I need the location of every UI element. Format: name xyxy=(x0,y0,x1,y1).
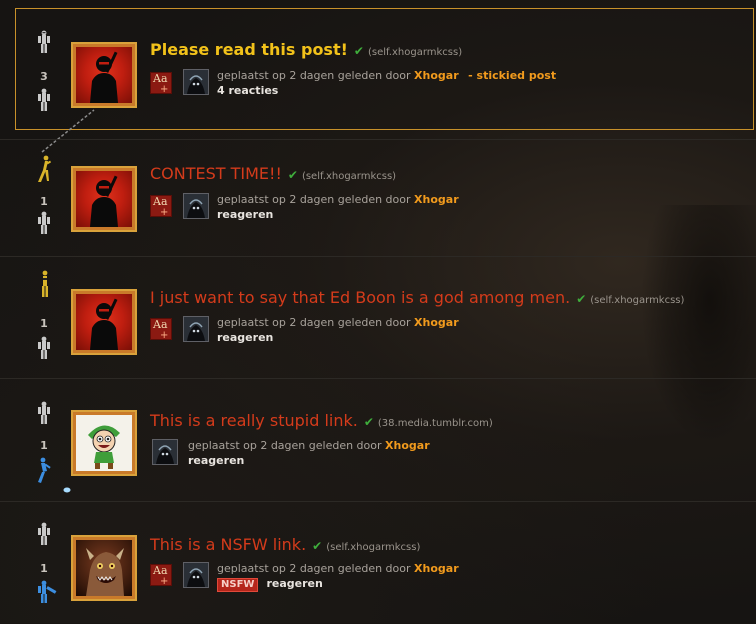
post-title-line: CONTEST TIME!! ✔ (self.xhogarmkcss) xyxy=(150,164,396,183)
downvote-arrow[interactable] xyxy=(37,336,51,360)
comments-link[interactable]: reageren xyxy=(217,208,273,221)
post-title-line: This is a NSFW link. ✔ (self.xhogarmkcss) xyxy=(150,535,420,554)
post-meta: geplaatst op 2 dagen geleden door Xhogar xyxy=(217,562,459,575)
monster-icon xyxy=(86,548,124,596)
nsfw-badge: NSFW xyxy=(217,578,259,592)
post-title-line: Please read this post! ✔ (self.xhogarmkcss… xyxy=(150,40,462,59)
post-score: 3 xyxy=(40,70,48,83)
post-meta: geplaatst op 2 dagen geleden door Xhogar… xyxy=(217,69,557,82)
ninja-icon xyxy=(90,175,118,227)
author-avatar[interactable] xyxy=(183,193,209,219)
post-title[interactable]: This is a NSFW link. xyxy=(150,535,306,554)
checkmark-icon: ✔ xyxy=(576,292,587,306)
comments-link[interactable]: reageren xyxy=(266,577,322,590)
upvote-arrow[interactable] xyxy=(37,522,51,546)
checkmark-icon: ✔ xyxy=(312,539,323,553)
post-domain[interactable]: (self.xhogarmkcss) xyxy=(326,542,420,553)
post-title-line: I just want to say that Ed Boon is a god… xyxy=(150,288,684,307)
ninja-icon xyxy=(90,298,118,350)
post-score: 1 xyxy=(40,439,48,452)
post-meta: geplaatst op 2 dagen geleden door Xhogar xyxy=(217,316,459,329)
author-link[interactable]: Xhogar xyxy=(414,69,459,82)
post-title-line: This is a really stupid link. ✔ (38.media.… xyxy=(150,411,493,430)
flair-badge: Aa + xyxy=(150,564,172,587)
comments-link[interactable]: reageren xyxy=(217,331,273,344)
upvote-arrow[interactable] xyxy=(37,270,51,297)
upvote-arrow[interactable] xyxy=(37,30,51,54)
post-thumbnail[interactable] xyxy=(71,289,137,355)
post-domain[interactable]: (38.media.tumblr.com) xyxy=(378,418,493,429)
upvote-arrow[interactable] xyxy=(37,155,51,182)
upvote-arrow[interactable] xyxy=(37,401,51,425)
comments-line: NSFW reageren xyxy=(217,577,323,592)
post-title[interactable]: I just want to say that Ed Boon is a god… xyxy=(150,288,570,307)
author-link[interactable]: Xhogar xyxy=(414,316,459,329)
checkmark-icon: ✔ xyxy=(353,44,364,58)
author-avatar[interactable] xyxy=(183,562,209,588)
post-thumbnail[interactable] xyxy=(71,535,137,601)
post-meta: geplaatst op 2 dagen geleden door Xhogar xyxy=(188,439,430,452)
post-domain[interactable]: (self.xhogarmkcss) xyxy=(368,47,462,58)
downvote-arrow[interactable] xyxy=(37,457,71,493)
ninja-icon xyxy=(90,51,118,103)
downvote-arrow[interactable] xyxy=(37,580,57,604)
stickied-label: - stickied post xyxy=(468,69,557,82)
post-score: 1 xyxy=(40,562,48,575)
post-thumbnail[interactable] xyxy=(71,42,137,108)
post-thumbnail[interactable] xyxy=(71,166,137,232)
flair-badge: Aa + xyxy=(150,318,172,341)
post-score: 1 xyxy=(40,317,48,330)
post-title[interactable]: CONTEST TIME!! xyxy=(150,164,282,183)
post-thumbnail[interactable] xyxy=(71,410,137,476)
author-link[interactable]: Xhogar xyxy=(414,193,459,206)
checkmark-icon: ✔ xyxy=(287,168,298,182)
author-avatar[interactable] xyxy=(183,316,209,342)
cartoon-character-icon xyxy=(88,425,120,469)
post-score: 1 xyxy=(40,195,48,208)
post-title[interactable]: Please read this post! xyxy=(150,40,348,59)
post-title[interactable]: This is a really stupid link. xyxy=(150,411,358,430)
post-domain[interactable]: (self.xhogarmkcss) xyxy=(302,171,396,182)
checkmark-icon: ✔ xyxy=(363,415,374,429)
author-link[interactable]: Xhogar xyxy=(414,562,459,575)
flair-badge: Aa + xyxy=(150,195,172,218)
author-avatar[interactable] xyxy=(152,439,178,465)
downvote-arrow[interactable] xyxy=(37,211,51,235)
post-domain[interactable]: (self.xhogarmkcss) xyxy=(590,295,684,306)
comments-link[interactable]: reageren xyxy=(188,454,244,467)
author-link[interactable]: Xhogar xyxy=(385,439,430,452)
author-avatar[interactable] xyxy=(183,69,209,95)
post-meta: geplaatst op 2 dagen geleden door Xhogar xyxy=(217,193,459,206)
flair-badge: Aa + xyxy=(150,72,172,95)
comments-link[interactable]: 4 reacties xyxy=(217,84,278,97)
